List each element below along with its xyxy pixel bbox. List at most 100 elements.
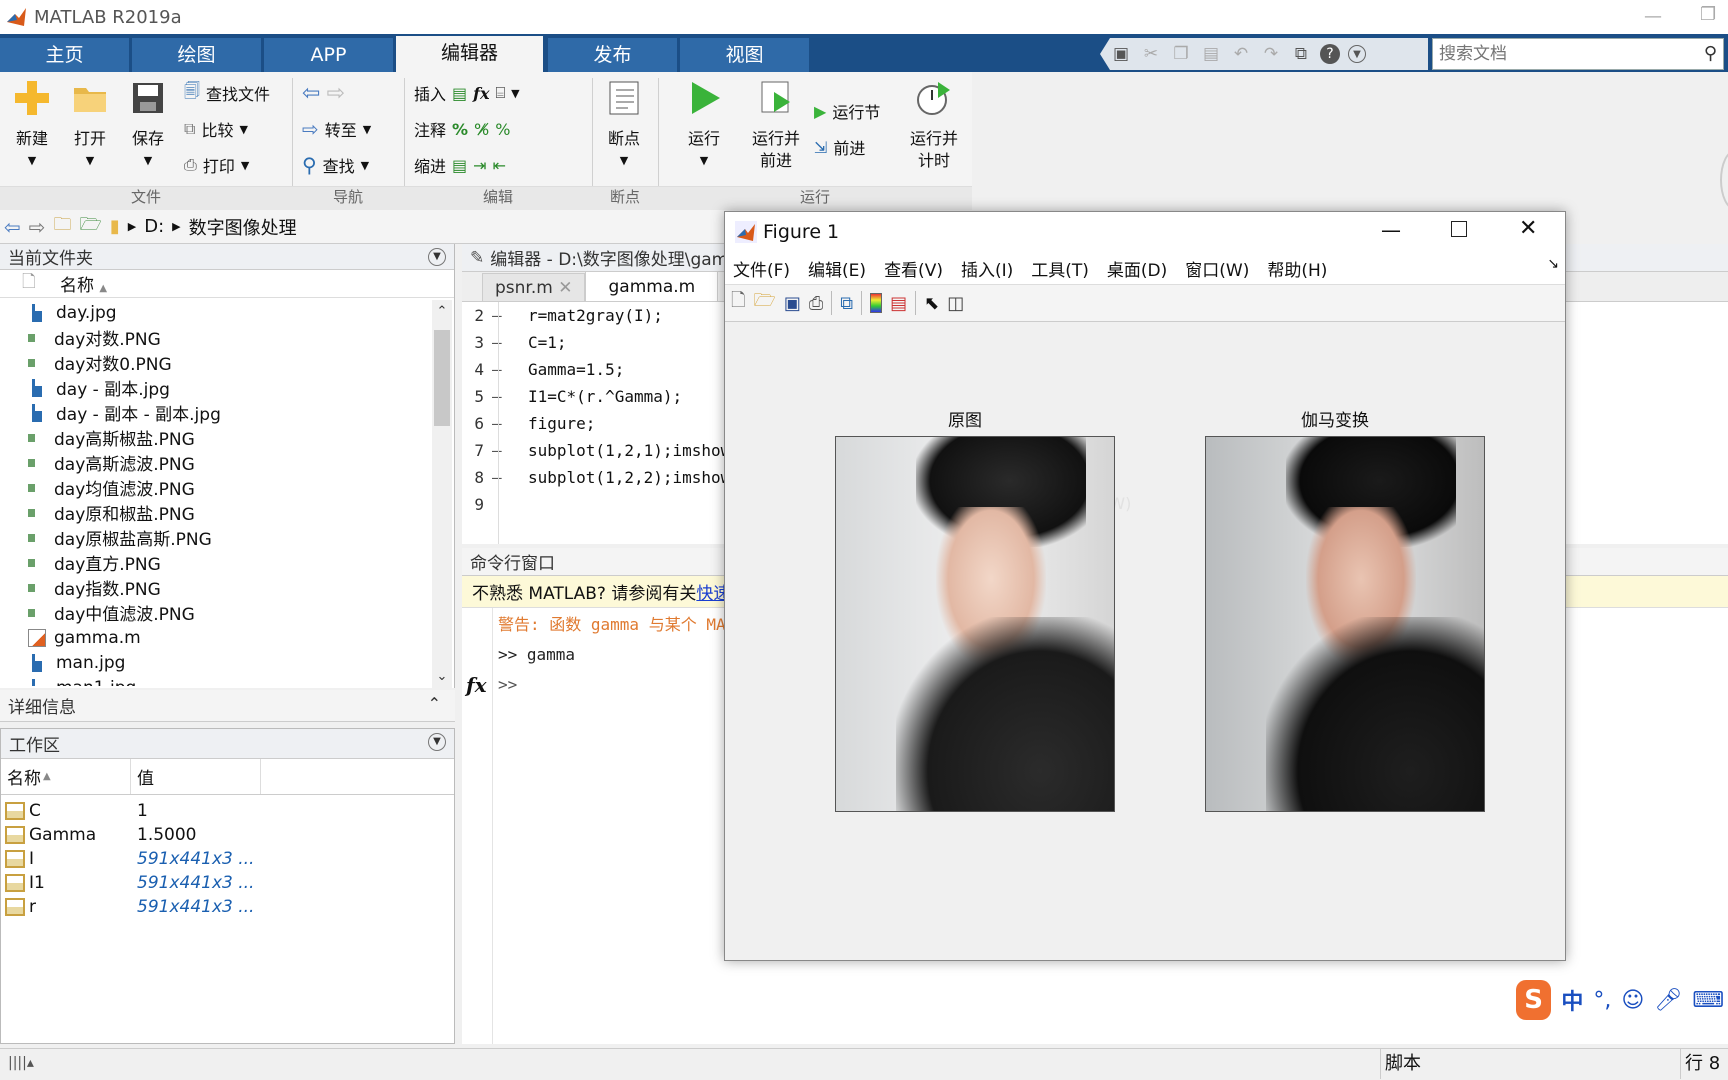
keyboard-icon[interactable]: ⌨ [1692, 988, 1724, 1013]
up-folder-icon[interactable]: 🗀 [54, 212, 72, 242]
figure-menu-item[interactable]: 工具(T) [1031, 256, 1089, 281]
switch-windows-icon[interactable]: ⧉ [1290, 43, 1312, 65]
tab-editor[interactable]: 编辑器 [396, 36, 544, 72]
line-marker[interactable]: — [484, 302, 524, 329]
property-editor-icon[interactable]: ◫ [947, 293, 964, 314]
open-file-icon[interactable]: 🗁 [753, 288, 775, 318]
open-button[interactable]: 打开 ▼ [66, 78, 114, 172]
goto-button[interactable]: ⇨ 转至 ▼ [302, 116, 371, 142]
copy-icon[interactable]: ❐ [1170, 43, 1192, 65]
line-marker[interactable]: — [484, 329, 524, 356]
ws-value-column[interactable]: 值 [131, 759, 261, 794]
line-marker[interactable]: — [484, 356, 524, 383]
file-row[interactable]: day直方.PNG [0, 550, 454, 575]
emoji-icon[interactable]: ☺ [1621, 988, 1644, 1013]
line-marker[interactable] [484, 491, 524, 518]
sogou-logo-icon[interactable]: S [1516, 980, 1552, 1020]
file-row[interactable]: day - 副本.jpg [0, 375, 454, 400]
breakpoints-button[interactable]: 断点 ▼ [600, 78, 648, 172]
print-figure-icon[interactable]: ⎙ [809, 293, 823, 314]
forward-icon[interactable]: ⇨ [29, 215, 46, 239]
line-marker[interactable]: — [484, 383, 524, 410]
legend-icon[interactable]: ▤ [890, 293, 907, 314]
smart-indent-icon[interactable]: ▤ [452, 156, 467, 175]
advance-button[interactable]: ⇲ 前进 [814, 134, 865, 160]
details-panel[interactable]: 详细信息 ⌃ [0, 690, 455, 722]
tab-plots[interactable]: 绘图 [132, 38, 262, 72]
figure-close-icon[interactable]: ✕ [1519, 216, 1537, 241]
figure-menu-item[interactable]: 编辑(E) [808, 256, 866, 281]
find-files-button[interactable]: 🗐 查找文件 [184, 80, 270, 106]
file-row[interactable]: day原椒盐高斯.PNG [0, 525, 454, 550]
undo-icon[interactable]: ↶ [1230, 43, 1252, 65]
workspace-actions-icon[interactable]: ▼ [428, 733, 446, 751]
file-row[interactable]: day原和椒盐.PNG [0, 500, 454, 525]
back-icon[interactable]: ⇦ [4, 215, 21, 239]
back-arrow-icon[interactable]: ⇦ [302, 81, 320, 106]
tab-publish[interactable]: 发布 [548, 38, 678, 72]
more-options-icon[interactable]: ▼ [1348, 45, 1366, 63]
new-figure-icon[interactable]: 🗋 [731, 288, 745, 318]
fx-icon[interactable]: fx [466, 670, 487, 700]
forward-arrow-icon[interactable]: ⇨ [326, 81, 344, 106]
insert-section-icon[interactable]: ▤ [452, 84, 467, 103]
uncomment-icon[interactable]: %̸ [474, 120, 489, 139]
save-button[interactable]: 保存 ▼ [124, 78, 172, 172]
print-button[interactable]: ⎙ 打印 ▼ [184, 152, 249, 178]
workspace-variable-row[interactable]: Gamma 1.5000 [1, 823, 454, 847]
pointer-icon[interactable]: ⬉ [924, 293, 939, 314]
restore-icon[interactable]: ❐ [1700, 4, 1716, 25]
insert-function-icon[interactable]: ⌸ [496, 83, 506, 103]
indent-row[interactable]: 缩进 ▤ ⇥ ⇤ [414, 152, 506, 178]
command-prompt[interactable]: >> [498, 675, 517, 694]
path-drive[interactable]: D: [144, 216, 164, 237]
increase-indent-icon[interactable]: ⇥ [473, 156, 486, 175]
tab-view[interactable]: 视图 [680, 38, 810, 72]
file-row[interactable]: day对数.PNG [0, 325, 454, 350]
ime-punctuation[interactable]: °, [1593, 988, 1611, 1013]
decrease-indent-icon[interactable]: ⇤ [493, 156, 506, 175]
search-input[interactable] [1439, 44, 1689, 64]
ime-language[interactable]: 中 [1561, 984, 1583, 1016]
file-row[interactable]: day.jpg [0, 300, 454, 325]
expand-details-icon[interactable]: ⌃ [428, 694, 441, 713]
figure-menu-item[interactable]: 文件(F) [733, 256, 790, 281]
scroll-up-icon[interactable]: ⌃ [432, 304, 452, 319]
link-plot-icon[interactable]: ⧉ [840, 293, 853, 314]
file-row[interactable]: day高斯滤波.PNG [0, 450, 454, 475]
file-row[interactable]: gamma.m [0, 625, 454, 650]
tab-apps[interactable]: APP [264, 38, 394, 72]
save-figure-icon[interactable]: ▣ [784, 293, 801, 314]
tab-gamma[interactable]: gamma.m [585, 271, 719, 301]
file-row[interactable]: man.jpg [0, 650, 454, 675]
new-button[interactable]: 新建 ▼ [8, 78, 56, 172]
file-list-header[interactable]: 🗋 名称 ▲ [0, 270, 454, 298]
save-icon[interactable]: ▣ [1110, 43, 1132, 65]
figure-menu-item[interactable]: 窗口(W) [1185, 256, 1249, 281]
run-button[interactable]: 运行 ▼ [676, 78, 732, 172]
file-row[interactable]: day指数.PNG [0, 575, 454, 600]
file-row[interactable]: day高斯椒盐.PNG [0, 425, 454, 450]
help-icon[interactable]: ? [1320, 44, 1340, 64]
run-and-advance-button[interactable]: 运行并 前进 [744, 78, 808, 172]
back-forward-buttons[interactable]: ⇦ ⇨ [302, 80, 345, 106]
workspace-variable-row[interactable]: C1 [1, 799, 454, 823]
minimize-icon[interactable]: — [1644, 6, 1662, 27]
file-row[interactable]: day对数0.PNG [0, 350, 454, 375]
workspace-variable-row[interactable]: I1 591x441x3 ... [1, 871, 454, 895]
name-column-header[interactable]: 名称 ▲ [60, 271, 107, 296]
figure-minimize-icon[interactable]: — [1381, 218, 1401, 242]
file-row[interactable]: day - 副本 - 副本.jpg [0, 400, 454, 425]
figure-menu-item[interactable]: 帮助(H) [1267, 256, 1327, 281]
search-icon[interactable]: ⚲ [1704, 43, 1717, 64]
figure-menu-item[interactable]: 查看(V) [884, 256, 943, 281]
figure-menu-item[interactable]: 桌面(D) [1107, 256, 1167, 281]
comment-row[interactable]: 注释% %̸% [414, 116, 510, 142]
compare-button[interactable]: ⧉ 比较 ▼ [184, 116, 248, 142]
figure-menu-item[interactable]: 插入(I) [961, 256, 1013, 281]
cut-icon[interactable]: ✂ [1140, 43, 1162, 65]
tab-psnr[interactable]: psnr.m ✕ [482, 273, 586, 301]
fx-icon[interactable]: fx [473, 84, 489, 103]
line-marker[interactable]: — [484, 437, 524, 464]
close-tab-icon[interactable]: ✕ [558, 278, 572, 298]
